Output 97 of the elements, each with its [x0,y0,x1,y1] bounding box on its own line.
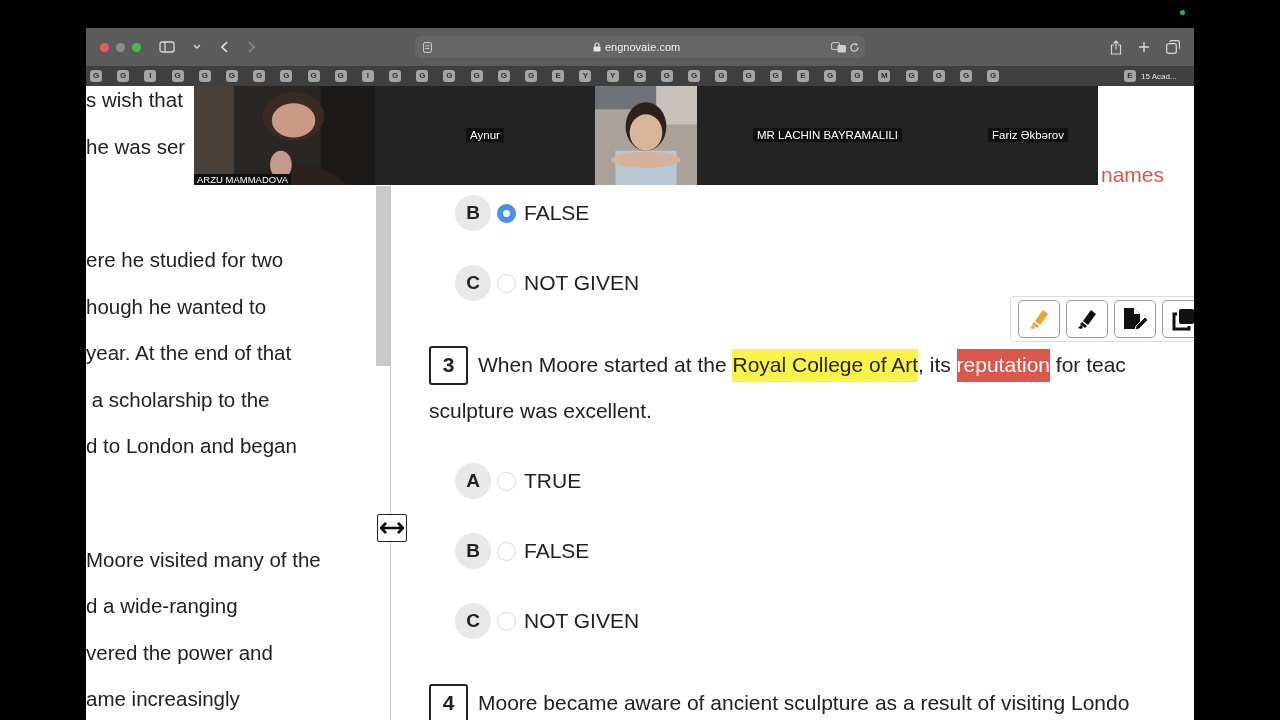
reload-icon[interactable] [849,41,860,53]
minimize-icon[interactable] [116,42,125,52]
participant-name: Fariz Əkbərov [988,127,1068,142]
passage-line: s wish that [86,87,184,113]
participant-name: MR LACHIN BAYRAMALILI [753,127,902,142]
option-letter: C [455,265,491,301]
tab-favicon[interactable]: G [389,70,402,82]
radio-button[interactable] [497,203,516,223]
sidebar-icon[interactable] [159,41,175,53]
tab-favicon[interactable]: G [470,70,483,82]
highlighter-button[interactable] [1018,300,1060,338]
tab-favicon[interactable]: G [280,70,293,82]
tab-favicon[interactable]: G [715,70,728,82]
new-tab-icon[interactable] [1138,41,1150,53]
tab-favicon[interactable]: G [117,70,130,82]
question-number: 3 [429,345,468,385]
option-letter: B [455,195,491,231]
option-label[interactable]: FALSE [524,201,590,225]
participant-name: Aynur [466,127,504,142]
tab-favicon[interactable]: G [171,70,184,82]
participant-name: ARZU MAMMADOVA [194,174,292,185]
option-letter: A [455,463,491,499]
passage-line: vered the power and [86,639,274,666]
camera-indicator-icon [1180,10,1185,15]
double-arrow-icon [380,522,404,534]
tab-favicon[interactable]: G [769,70,782,82]
url-text: engnovate.com [605,41,681,53]
tab-favicon[interactable]: G [905,70,918,82]
passage-line: hough he wanted to [86,293,268,320]
tab-favicon[interactable]: Y [606,70,619,82]
tab-favicon[interactable]: G [851,70,864,82]
passage-line: d to London and began [86,433,298,459]
video-tile[interactable]: MR LACHIN BAYRAMALILI [697,86,958,185]
tab-favicon[interactable]: G [334,70,347,82]
tab-favicon[interactable]: E [552,70,565,82]
page-icon [423,41,432,53]
scrollbar-thumb[interactable] [376,186,390,366]
chevron-down-icon[interactable] [193,44,201,50]
option-label[interactable]: FALSE [524,539,590,563]
option-letter: C [455,603,491,639]
passage-line: he was ser [86,133,187,160]
option-label[interactable]: NOT GIVEN [524,609,640,633]
passage-line: d a wide-ranging [86,593,239,619]
tab-favicon[interactable]: G [253,70,266,82]
resize-handle[interactable] [377,514,407,542]
tab-favicon[interactable]: G [90,70,102,82]
tab-favicon[interactable]: G [198,70,211,82]
translate-icon[interactable] [831,41,847,53]
tab-favicon[interactable]: G [742,70,755,82]
tab-favicon[interactable]: G [688,70,701,82]
tab-favicon[interactable]: G [416,70,429,82]
copy-icon [1170,306,1194,332]
tab-favicon[interactable]: G [660,70,673,82]
tab-favicon[interactable]: G [443,70,456,82]
back-icon[interactable] [221,41,229,53]
lock-icon [593,42,601,52]
tab-overview-icon[interactable] [1166,40,1180,54]
question-text: sculpture was excellent. [429,398,653,424]
tab-favicon[interactable]: G [987,70,1000,82]
tab-favicon[interactable]: G [225,70,238,82]
tab-favicon[interactable]: G [525,70,537,82]
tab-favicon[interactable]: Y [579,70,592,82]
question-text: names [1100,161,1164,188]
tab-favicon[interactable]: G [932,70,945,82]
marker-button[interactable] [1066,300,1108,338]
video-tile[interactable]: Fariz Əkbərov [958,86,1098,185]
forward-icon[interactable] [247,41,255,53]
passage-line: a scholarship to the [90,386,271,413]
tab-favicon[interactable]: I [361,70,374,82]
option-label[interactable]: TRUE [524,469,582,493]
tab-title[interactable]: 15 Acad... [1141,71,1177,81]
tab-favicon[interactable]: I [144,70,157,82]
question-text: Moore became aware of ancient sculpture as a result of visiting Londo [478,689,1130,716]
note-button[interactable] [1114,300,1156,338]
tab-favicon[interactable]: E [1124,70,1136,82]
address-bar[interactable]: engnovate.com [415,36,865,58]
tab-favicon[interactable]: G [497,70,510,82]
passage-line: year. At the end of that [86,340,293,366]
copy-button[interactable] [1162,300,1194,338]
passage-line: ere he studied for two [86,247,285,273]
option-label[interactable]: NOT GIVEN [524,271,640,295]
close-icon[interactable] [100,42,109,52]
note-icon [1121,306,1149,332]
tab-favicon[interactable]: G [960,70,972,82]
tab-favicon[interactable]: M [878,70,891,82]
question-text: When Moore started at the Royal College of Art, its reputation for teac [478,346,1126,384]
share-icon[interactable] [1110,39,1122,55]
tab-favicon[interactable]: E [796,70,809,82]
option-letter: B [455,533,491,569]
passage-line: Moore visited many of the [86,546,322,573]
tab-favicon[interactable]: G [824,70,837,82]
zoom-icon[interactable] [132,42,141,52]
question-number: 4 [429,683,468,720]
passage-line: ame increasingly [86,686,241,712]
video-tile[interactable]: Aynur [375,86,595,185]
tab-favicon[interactable]: G [633,70,646,82]
tab-favicon[interactable]: G [307,70,320,82]
